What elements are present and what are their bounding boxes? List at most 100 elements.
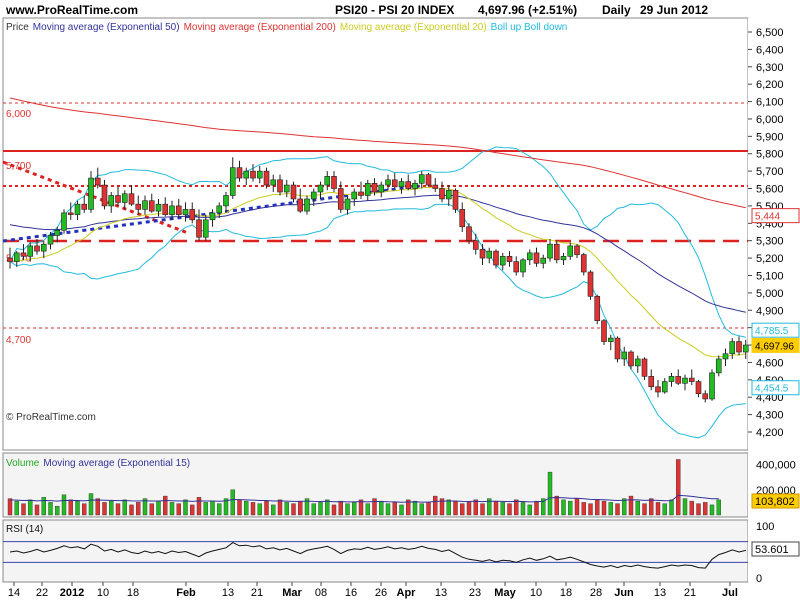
volume-bar [55, 505, 60, 516]
candle-body [601, 320, 607, 342]
price-tick-label: 5,800 [756, 149, 784, 161]
volume-bar [480, 503, 485, 516]
candle-body [533, 252, 540, 264]
volume-bar [264, 500, 269, 516]
volume-bar [75, 500, 80, 516]
candle-body [540, 257, 547, 264]
candle-body [324, 176, 331, 186]
candle-body [493, 250, 499, 266]
candle-body [67, 212, 74, 215]
volume-bar [676, 459, 681, 516]
candle-body [574, 245, 580, 255]
volume-bar [534, 500, 539, 516]
candle-body [250, 170, 256, 179]
candle-body [81, 203, 88, 210]
x-tick-label: 08 [315, 587, 327, 599]
candle-body [655, 386, 661, 393]
volume-bar [217, 503, 222, 516]
volume-bar [379, 500, 384, 516]
candle-body [74, 203, 81, 215]
candle-body [135, 203, 142, 210]
candle-body [432, 184, 439, 189]
volume-bar [608, 502, 613, 516]
candle-body [513, 261, 520, 273]
candle-body [425, 174, 432, 186]
candle-body [418, 174, 425, 184]
candle-body [175, 205, 182, 215]
volume-bar [203, 502, 208, 516]
price-tick-label: 4,300 [756, 410, 784, 422]
volume-bar [28, 499, 33, 516]
volume-bar [176, 503, 181, 516]
price-tag-label: 4,785.5 [755, 326, 789, 337]
volume-bar [500, 502, 505, 516]
volume-bar [642, 503, 647, 516]
price-tick-label: 5,700 [756, 166, 784, 178]
x-tick-label: 10 [97, 587, 109, 599]
candle-body [688, 377, 695, 382]
candle-body [364, 183, 371, 196]
candle-body [54, 229, 61, 236]
price-legend-entry: Moving average (Exponential 20) [340, 22, 487, 33]
candle-body [621, 351, 628, 360]
candle-body [162, 203, 169, 215]
price-tick-label: 5,000 [756, 288, 784, 300]
volume-bar [190, 504, 195, 516]
volume-bar [460, 503, 465, 516]
candle-body [344, 198, 351, 210]
candle-body [142, 200, 148, 210]
volume-bar [277, 499, 283, 516]
candle-body [196, 219, 202, 238]
volume-bar [574, 498, 580, 516]
price-tick-label: 4,200 [756, 427, 784, 439]
x-tick-label: 13 [654, 587, 666, 599]
candle-body [472, 240, 479, 250]
volume-bar [622, 498, 627, 516]
period-label: Daily [602, 3, 631, 17]
candle-body [695, 381, 702, 395]
volume-bar [34, 504, 40, 516]
candle-body [108, 195, 115, 207]
volume-bar [588, 503, 593, 516]
candle-body [445, 189, 452, 200]
volume-legend-entry: Volume [6, 458, 40, 469]
candle-body [466, 226, 472, 241]
x-tick-label: 18 [560, 587, 572, 599]
candle-body [229, 167, 236, 196]
candle-body [506, 256, 513, 262]
level-label: 4,700 [6, 335, 31, 346]
price-tag-label: 4,697.96 [755, 341, 794, 352]
candle-body [526, 252, 533, 261]
volume-bar [689, 500, 694, 516]
price-tick-label: 5,600 [756, 184, 784, 196]
price-tick-label: 5,100 [756, 270, 784, 282]
volume-bar [554, 495, 559, 516]
candle-body [709, 372, 715, 400]
candle-body [310, 191, 317, 200]
candle-body [94, 177, 101, 186]
candle-body [47, 235, 54, 245]
candle-body [614, 337, 621, 360]
volume-bar [453, 500, 458, 516]
x-tick-label: 13 [435, 587, 447, 599]
candle-body [378, 184, 385, 193]
volume-bar [446, 499, 451, 516]
volume-bar [345, 503, 350, 516]
volume-bar [628, 495, 634, 516]
candle-body [236, 167, 243, 179]
candle-body [121, 193, 128, 203]
candle-body [128, 193, 135, 205]
candle-body [587, 271, 594, 297]
volume-bar [527, 504, 532, 516]
candle-body [61, 212, 67, 231]
candle-body [607, 337, 614, 342]
candle-body [479, 249, 486, 259]
candle-body [439, 188, 445, 200]
volume-bar [385, 503, 391, 516]
candle-body [304, 198, 310, 212]
volume-bar [419, 503, 424, 516]
volume-bar [68, 499, 73, 516]
volume-bar [163, 495, 168, 516]
volume-bar [466, 502, 472, 516]
x-tick-label: 14 [8, 587, 20, 599]
